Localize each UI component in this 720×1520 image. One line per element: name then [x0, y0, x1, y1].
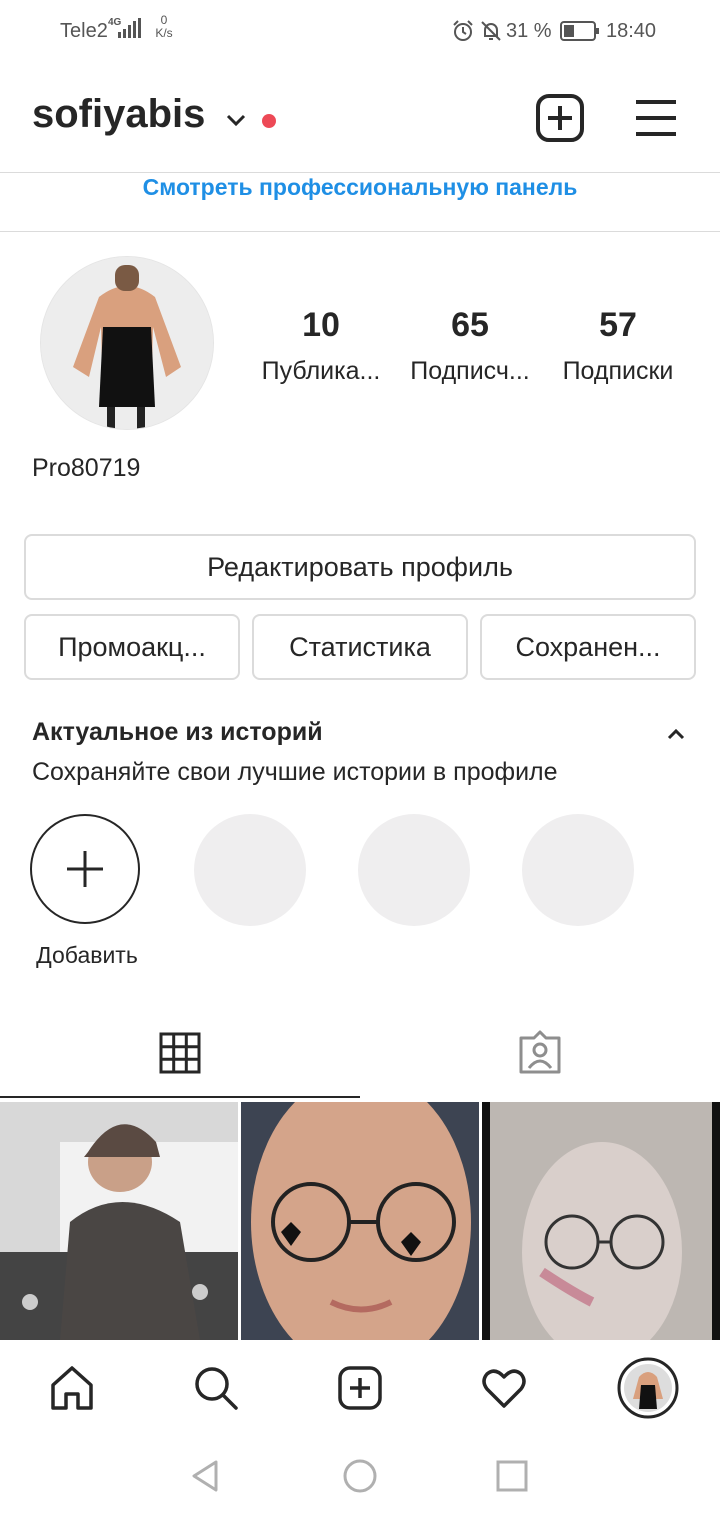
insights-button[interactable]: Статистика [252, 614, 468, 680]
mute-bell-icon [481, 21, 501, 41]
system-navigation-bar [0, 1440, 720, 1520]
home-circle-icon[interactable] [340, 1456, 380, 1496]
search-icon [195, 1367, 238, 1410]
carrier-name: Tele2 [60, 20, 108, 42]
promotions-button[interactable]: Промоакц... [24, 614, 240, 680]
stat-following[interactable]: 57 Подписки [543, 306, 693, 386]
account-switcher[interactable]: sofiyabis [32, 92, 205, 137]
nav-activity[interactable] [472, 1356, 536, 1420]
nav-search[interactable] [184, 1356, 248, 1420]
highlights-subtitle: Сохраняйте свои лучшие истории в профиле [32, 758, 558, 786]
section-divider [0, 231, 720, 232]
post-photo [482, 1102, 720, 1340]
new-post-icon [338, 1366, 382, 1410]
status-bar: Tele2 4G 0 K/s 31 % 18:40 [0, 0, 720, 62]
highlight-placeholder [522, 814, 634, 926]
highlight-placeholder [358, 814, 470, 926]
alarm-icon [453, 20, 473, 41]
saved-button[interactable]: Сохранен... [480, 614, 696, 680]
add-highlight-label: Добавить [36, 942, 138, 968]
profile-avatar[interactable] [40, 256, 214, 430]
display-name: Pro80719 [32, 454, 141, 482]
plus-icon [67, 851, 103, 887]
hamburger-menu-icon [636, 100, 676, 136]
tab-tagged[interactable] [360, 1008, 720, 1098]
following-label: Подписки [562, 357, 674, 385]
grid-icon [159, 1032, 201, 1074]
new-post-button[interactable] [534, 92, 586, 144]
add-highlight-button[interactable] [30, 814, 140, 924]
tagged-person-icon [519, 1030, 561, 1074]
battery-percent: 31 % [506, 20, 552, 42]
saved-label: Сохранен... [515, 631, 661, 662]
followers-label: Подписч... [410, 357, 530, 385]
posts-count: 10 [302, 306, 340, 344]
post-thumbnail[interactable] [482, 1102, 720, 1340]
menu-button[interactable] [630, 92, 682, 144]
notification-dot [262, 114, 276, 128]
battery-icon [560, 21, 599, 41]
profile-avatar [617, 1357, 679, 1419]
post-photo [241, 1102, 479, 1340]
home-icon [51, 1366, 93, 1410]
active-tab-indicator [0, 1096, 360, 1098]
edit-profile-button[interactable]: Редактировать профиль [24, 534, 696, 600]
recents-icon[interactable] [492, 1456, 532, 1496]
stat-posts[interactable]: 10 Публика... [246, 306, 396, 386]
plus-square-icon [536, 94, 584, 142]
following-count: 57 [599, 306, 637, 344]
promotions-label: Промоакц... [58, 631, 206, 662]
followers-count: 65 [451, 306, 489, 344]
network-speed: 0 K/s [155, 13, 173, 40]
chevron-up-icon[interactable] [662, 724, 690, 744]
stat-followers[interactable]: 65 Подписч... [395, 306, 545, 386]
back-icon[interactable] [186, 1456, 226, 1496]
post-thumbnail[interactable] [241, 1102, 479, 1340]
professional-dashboard-link[interactable]: Смотреть профессиональную панель [0, 174, 720, 201]
avatar-photo [41, 257, 213, 429]
nav-new-post[interactable] [328, 1356, 392, 1420]
post-thumbnail[interactable] [0, 1102, 238, 1340]
posts-label: Публика... [261, 357, 381, 385]
nav-home[interactable] [40, 1356, 104, 1420]
heart-icon [482, 1369, 526, 1408]
nav-profile[interactable] [616, 1356, 680, 1420]
chevron-down-icon[interactable] [224, 112, 248, 128]
post-photo [0, 1102, 238, 1340]
header-divider [0, 172, 720, 173]
highlights-title: Актуальное из историй [32, 718, 323, 746]
insights-label: Статистика [289, 631, 431, 662]
edit-profile-label: Редактировать профиль [207, 551, 513, 582]
signal-icon [118, 18, 141, 38]
clock: 18:40 [606, 20, 657, 42]
highlight-placeholder [194, 814, 306, 926]
tab-grid[interactable] [0, 1008, 360, 1098]
